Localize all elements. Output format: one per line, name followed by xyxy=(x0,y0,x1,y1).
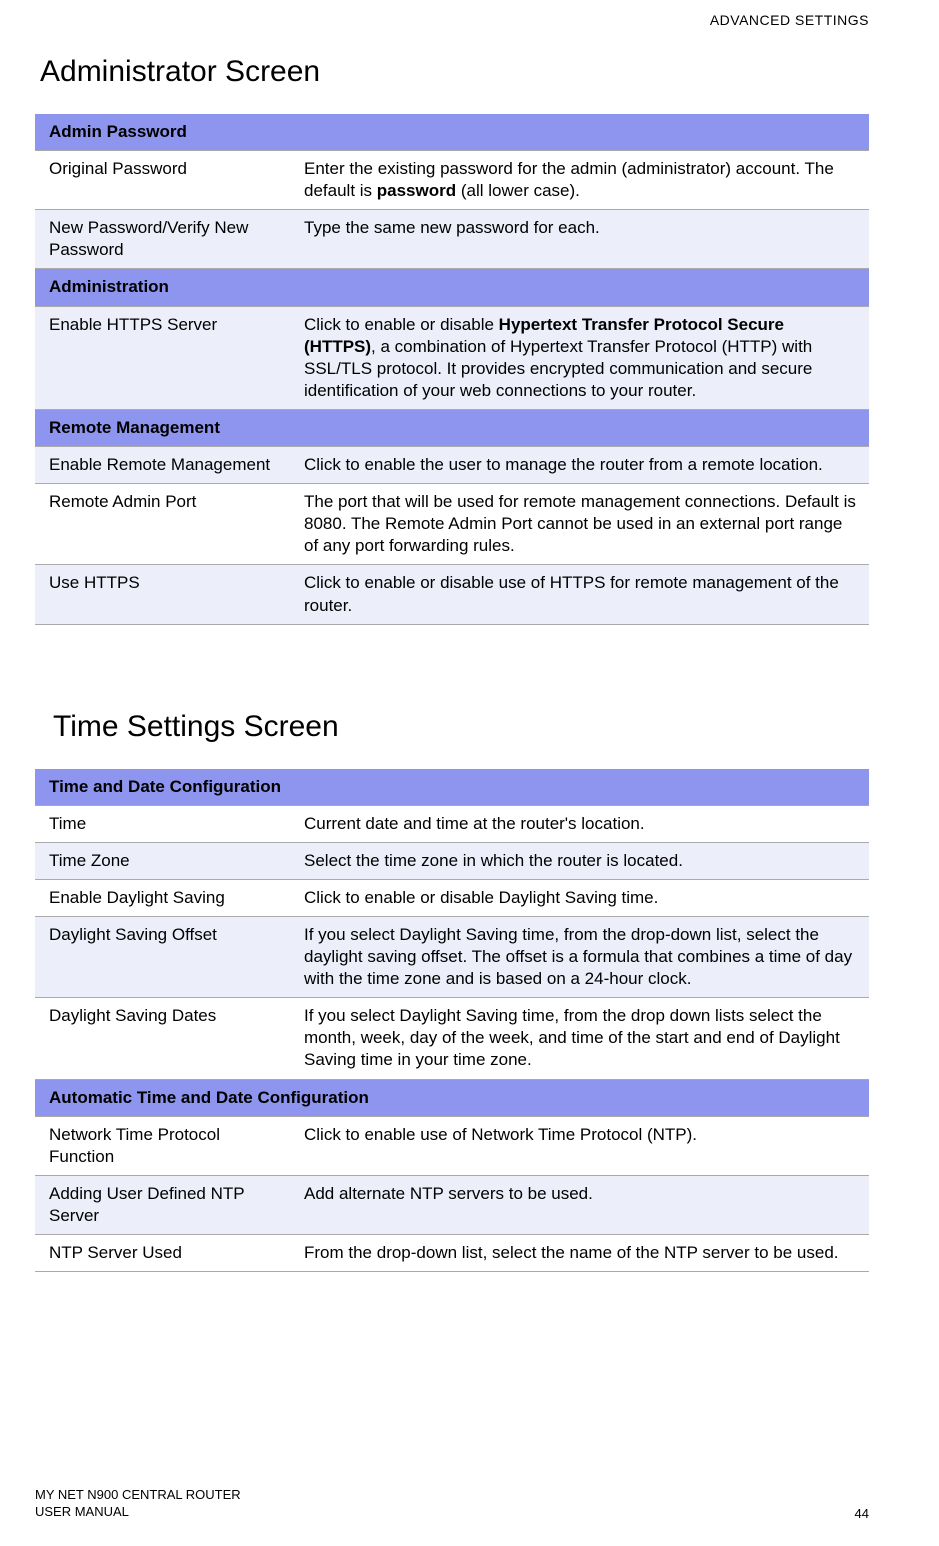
row-label: Use HTTPS xyxy=(35,565,290,624)
page-header-label: ADVANCED SETTINGS xyxy=(710,12,869,28)
row-desc: Click to enable or disable Hypertext Tra… xyxy=(290,306,869,409)
row-desc: The port that will be used for remote ma… xyxy=(290,484,869,565)
row-label: Adding User Defined NTP Server xyxy=(35,1175,290,1234)
footer-doc-title: USER MANUAL xyxy=(35,1504,241,1521)
table-row: Original Password Enter the existing pas… xyxy=(35,151,869,210)
row-label: NTP Server Used xyxy=(35,1235,290,1272)
row-label: Network Time Protocol Function xyxy=(35,1116,290,1175)
table-row: Daylight Saving Offset If you select Day… xyxy=(35,916,869,997)
row-label: Time Zone xyxy=(35,842,290,879)
row-desc: Click to enable or disable use of HTTPS … xyxy=(290,565,869,624)
time-table: Time and Date Configuration Time Current… xyxy=(35,769,869,1273)
section-administration: Administration xyxy=(35,269,869,306)
row-label: Time xyxy=(35,805,290,842)
section-remote-management: Remote Management xyxy=(35,409,869,446)
admin-table: Admin Password Original Password Enter t… xyxy=(35,114,869,625)
row-desc: Enter the existing password for the admi… xyxy=(290,151,869,210)
row-label: Daylight Saving Offset xyxy=(35,916,290,997)
section-admin-password: Admin Password xyxy=(35,114,869,151)
section-label: Remote Management xyxy=(35,409,869,446)
page-number: 44 xyxy=(855,1506,869,1521)
section-label: Administration xyxy=(35,269,869,306)
row-desc: Click to enable use of Network Time Prot… xyxy=(290,1116,869,1175)
row-desc: Click to enable or disable Daylight Savi… xyxy=(290,879,869,916)
table-row: Daylight Saving Dates If you select Dayl… xyxy=(35,998,869,1079)
row-label: New Password/Verify New Password xyxy=(35,210,290,269)
bold-text: password xyxy=(377,181,456,200)
heading-administrator: Administrator Screen xyxy=(40,55,869,89)
row-label: Enable Daylight Saving xyxy=(35,879,290,916)
footer: MY NET N900 CENTRAL ROUTER USER MANUAL 4… xyxy=(35,1487,869,1521)
row-desc: Add alternate NTP servers to be used. xyxy=(290,1175,869,1234)
row-desc: Click to enable the user to manage the r… xyxy=(290,447,869,484)
footer-product: MY NET N900 CENTRAL ROUTER xyxy=(35,1487,241,1504)
row-desc: If you select Daylight Saving time, from… xyxy=(290,916,869,997)
section-auto-time-date: Automatic Time and Date Configuration xyxy=(35,1079,869,1116)
table-row: Time Current date and time at the router… xyxy=(35,805,869,842)
section-label: Automatic Time and Date Configuration xyxy=(35,1079,869,1116)
table-row: Network Time Protocol Function Click to … xyxy=(35,1116,869,1175)
row-desc: Select the time zone in which the router… xyxy=(290,842,869,879)
row-label: Daylight Saving Dates xyxy=(35,998,290,1079)
section-time-date-config: Time and Date Configuration xyxy=(35,769,869,806)
row-label: Enable Remote Management xyxy=(35,447,290,484)
row-desc: From the drop-down list, select the name… xyxy=(290,1235,869,1272)
table-row: Time Zone Select the time zone in which … xyxy=(35,842,869,879)
table-row: Use HTTPS Click to enable or disable use… xyxy=(35,565,869,624)
row-label: Enable HTTPS Server xyxy=(35,306,290,409)
section-label: Admin Password xyxy=(35,114,869,151)
row-label: Remote Admin Port xyxy=(35,484,290,565)
text: (all lower case). xyxy=(456,181,580,200)
table-row: Enable Remote Management Click to enable… xyxy=(35,447,869,484)
text: Click to enable or disable xyxy=(304,315,499,334)
heading-time-settings: Time Settings Screen xyxy=(53,710,869,744)
row-desc: If you select Daylight Saving time, from… xyxy=(290,998,869,1079)
row-desc: Type the same new password for each. xyxy=(290,210,869,269)
table-row: Enable HTTPS Server Click to enable or d… xyxy=(35,306,869,409)
table-row: New Password/Verify New Password Type th… xyxy=(35,210,869,269)
row-desc: Current date and time at the router's lo… xyxy=(290,805,869,842)
table-row: NTP Server Used From the drop-down list,… xyxy=(35,1235,869,1272)
table-row: Remote Admin Port The port that will be … xyxy=(35,484,869,565)
table-row: Enable Daylight Saving Click to enable o… xyxy=(35,879,869,916)
text: , a combination of Hypertext Transfer Pr… xyxy=(304,337,812,400)
footer-left: MY NET N900 CENTRAL ROUTER USER MANUAL xyxy=(35,1487,241,1521)
page-content: Administrator Screen Admin Password Orig… xyxy=(0,0,939,1272)
table-row: Adding User Defined NTP Server Add alter… xyxy=(35,1175,869,1234)
section-label: Time and Date Configuration xyxy=(35,769,869,806)
row-label: Original Password xyxy=(35,151,290,210)
